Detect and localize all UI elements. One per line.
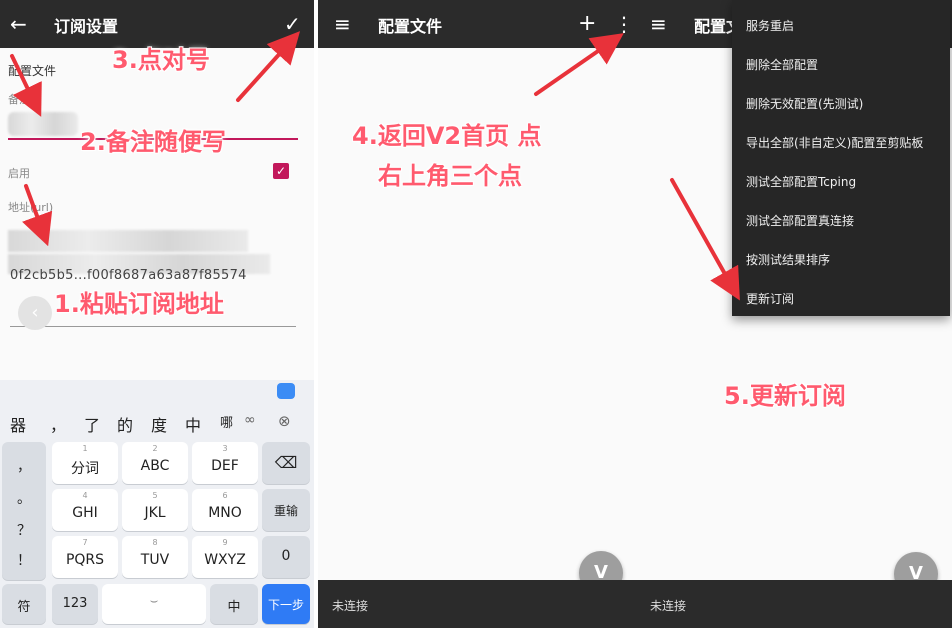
key-pqrs[interactable]: 7 PQRS — [52, 536, 118, 578]
url-input[interactable] — [8, 230, 248, 252]
menu-item-export[interactable]: 导出全部(非自定义)配置至剪贴板 — [746, 134, 923, 151]
confirm-check-icon[interactable]: ✓ — [284, 12, 301, 36]
key-wxyz[interactable]: 9 WXYZ — [192, 536, 258, 578]
key-fenci[interactable]: 1 分词 — [52, 442, 118, 484]
space-key[interactable]: ⌣ — [102, 584, 206, 624]
next-key[interactable]: 下一步 — [262, 584, 310, 624]
link-icon[interactable]: ∞ — [244, 412, 256, 428]
candidate-6[interactable]: 哪 — [220, 412, 233, 431]
key-mno[interactable]: 6 MNO — [192, 489, 258, 531]
candidate-2[interactable]: 了 — [84, 412, 100, 436]
key-tuv[interactable]: 8 TUV — [122, 536, 188, 578]
remark-input[interactable] — [8, 112, 78, 136]
annotation-step1: 1.粘贴订阅地址 — [54, 290, 224, 318]
annotation-step2: 2.备注随便写 — [80, 128, 226, 156]
remark-label: 备注 — [8, 93, 30, 106]
key-abc[interactable]: 2 ABC — [122, 442, 188, 484]
annotation-step4-line1: 4.返回V2首页 点 — [352, 122, 542, 150]
back-arrow-icon[interactable]: ← — [10, 12, 27, 36]
annotation-step5: 5.更新订阅 — [724, 382, 846, 410]
chevron-left-icon[interactable]: ‹ — [18, 296, 52, 330]
annotation-step4-line2: 右上角三个点 — [378, 162, 522, 190]
keyboard-robot-icon[interactable] — [277, 383, 295, 399]
retype-key[interactable]: 重输 — [262, 489, 310, 531]
number-key[interactable]: 123 — [52, 584, 98, 624]
enabled-label: 启用 — [8, 167, 30, 180]
menu-item-restart[interactable]: 服务重启 — [746, 17, 794, 34]
home-appbar: ≡ 配置文件 + ⋮ — [318, 0, 636, 48]
menu-item-delete-all[interactable]: 删除全部配置 — [746, 56, 818, 73]
section-title: 配置文件 — [8, 64, 57, 78]
backspace-icon: ⌫ — [274, 453, 298, 472]
symbol-key[interactable]: 符 — [2, 584, 46, 624]
url-label: 地址(url) — [8, 201, 54, 214]
status-bar: 未连接 — [318, 580, 636, 628]
key-jkl[interactable]: 5 JKL — [122, 489, 188, 531]
zero-key[interactable]: 0 — [262, 536, 310, 578]
page-title: 订阅设置 — [54, 17, 119, 36]
connection-status: 未连接 — [332, 599, 369, 613]
menu-item-real-test[interactable]: 测试全部配置真连接 — [746, 212, 854, 229]
candidate-1[interactable]: ， — [50, 412, 66, 436]
clear-icon[interactable]: ⊗ — [278, 412, 291, 430]
status-bar: 未连接 — [636, 580, 952, 628]
language-key[interactable]: 中 — [210, 584, 258, 624]
candidate-0[interactable]: 器 — [10, 412, 26, 436]
hamburger-menu-icon[interactable]: ≡ — [650, 12, 667, 36]
hamburger-menu-icon[interactable]: ≡ — [334, 12, 351, 36]
more-vert-icon[interactable]: ⋮ — [614, 12, 634, 36]
candidate-3[interactable]: 的 — [117, 412, 133, 436]
add-icon[interactable]: + — [578, 12, 596, 36]
overflow-menu: 服务重启 删除全部配置 删除无效配置(先测试) 导出全部(非自定义)配置至剪贴板… — [732, 0, 950, 316]
menu-item-delete-invalid[interactable]: 删除无效配置(先测试) — [746, 95, 863, 112]
menu-item-sort[interactable]: 按测试结果排序 — [746, 251, 830, 268]
enabled-checkbox[interactable]: ✓ — [273, 163, 289, 179]
backspace-key[interactable]: ⌫ — [262, 442, 310, 484]
punctuation-column[interactable]: ， 。 ？ ！ — [2, 442, 46, 580]
key-ghi[interactable]: 4 GHI — [52, 489, 118, 531]
candidate-5[interactable]: 中 — [185, 412, 201, 436]
connection-status: 未连接 — [650, 599, 687, 613]
url-tail-text: 0f2cb5b5...f00f8687a63a87f85574 — [10, 268, 247, 283]
menu-item-update-subscription[interactable]: 更新订阅 — [746, 290, 794, 307]
menu-item-tcping[interactable]: 测试全部配置Tcping — [746, 173, 856, 190]
soft-keyboard: 器 ， 了 的 度 中 哪 ∞ ⊗ ， 。 ？ ！ 1 分词 2 ABC 3 DEF … — [0, 380, 314, 628]
candidate-4[interactable]: 度 — [151, 412, 167, 436]
key-def[interactable]: 3 DEF — [192, 442, 258, 484]
profiles-home-screen: ≡ 配置文件 + ⋮ V 未连接 — [318, 0, 636, 628]
annotation-step3: 3.点对号 — [112, 46, 210, 74]
microphone-icon: ⌣ — [149, 594, 159, 609]
home-title: 配置文件 — [378, 17, 443, 36]
url-underline — [10, 326, 296, 327]
